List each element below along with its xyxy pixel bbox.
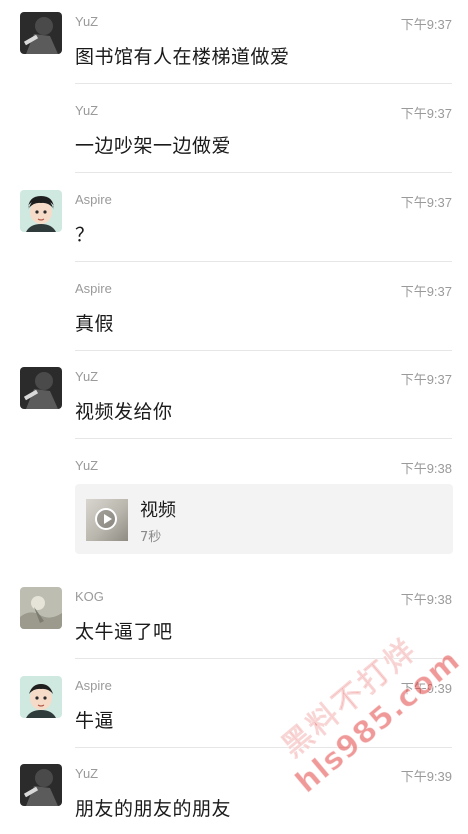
- message-row[interactable]: KOG 下午9:38 太牛逼了吧: [0, 575, 468, 659]
- message-time: 下午9:38: [400, 592, 452, 607]
- message-time: 下午9:37: [400, 195, 452, 210]
- sender-name: Aspire: [75, 281, 112, 296]
- sender-name: YuZ: [75, 103, 99, 118]
- message-time: 下午9:37: [400, 106, 452, 121]
- video-thumbnail[interactable]: [86, 499, 128, 541]
- message-time: 下午9:37: [400, 372, 452, 387]
- message-time: 下午9:39: [400, 681, 452, 696]
- divider: [75, 83, 452, 84]
- sender-name: Aspire: [75, 192, 112, 207]
- video-title: 视频: [140, 500, 176, 521]
- sender-name: YuZ: [75, 766, 99, 781]
- message-row[interactable]: Aspire 下午9:37 ？: [0, 178, 468, 262]
- divider: [75, 172, 452, 173]
- message-text: 太牛逼了吧: [75, 621, 173, 643]
- message-row[interactable]: YuZ 下午9:37 图书馆有人在楼梯道做爱: [0, 0, 468, 84]
- message-text: 图书馆有人在楼梯道做爱: [75, 46, 290, 68]
- message-row[interactable]: Aspire 下午9:37 真假: [0, 267, 468, 351]
- divider: [75, 747, 452, 748]
- message-text: 真假: [75, 313, 115, 335]
- message-row[interactable]: Aspire 下午9:39 牛逼: [0, 664, 468, 748]
- video-duration: 7秒: [140, 530, 162, 545]
- play-icon: [95, 508, 117, 530]
- avatar-yuz[interactable]: [20, 764, 62, 806]
- sender-name: Aspire: [75, 678, 112, 693]
- message-text: 视频发给你: [75, 401, 173, 423]
- message-time: 下午9:38: [400, 461, 452, 476]
- message-row[interactable]: YuZ 下午9:37 一边吵架一边做爱: [0, 89, 468, 173]
- sender-name: YuZ: [75, 458, 99, 473]
- message-time: 下午9:39: [400, 769, 452, 784]
- avatar-yuz[interactable]: [20, 367, 62, 409]
- divider: [75, 350, 452, 351]
- sender-name: YuZ: [75, 369, 99, 384]
- chat-history: YuZ 下午9:37 图书馆有人在楼梯道做爱 YuZ 下午9:37 一边吵架一边…: [0, 0, 468, 834]
- message-row[interactable]: YuZ 下午9:38 视频 7秒: [0, 444, 468, 573]
- divider: [75, 261, 452, 262]
- avatar-aspire[interactable]: [20, 676, 62, 718]
- message-time: 下午9:37: [400, 284, 452, 299]
- video-message-card[interactable]: 视频 7秒: [75, 484, 453, 554]
- message-row[interactable]: YuZ 下午9:37 视频发给你: [0, 355, 468, 439]
- message-time: 下午9:37: [400, 17, 452, 32]
- message-text: ？: [75, 224, 95, 246]
- avatar-kog[interactable]: [20, 587, 62, 629]
- avatar-yuz[interactable]: [20, 12, 62, 54]
- sender-name: YuZ: [75, 14, 99, 29]
- divider: [75, 658, 452, 659]
- avatar-aspire[interactable]: [20, 190, 62, 232]
- message-text: 牛逼: [75, 710, 115, 732]
- message-text: 一边吵架一边做爱: [75, 135, 232, 157]
- message-text: 朋友的朋友的朋友: [75, 798, 232, 820]
- message-row[interactable]: YuZ 下午9:39 朋友的朋友的朋友: [0, 752, 468, 834]
- sender-name: KOG: [75, 589, 104, 604]
- divider: [75, 438, 452, 439]
